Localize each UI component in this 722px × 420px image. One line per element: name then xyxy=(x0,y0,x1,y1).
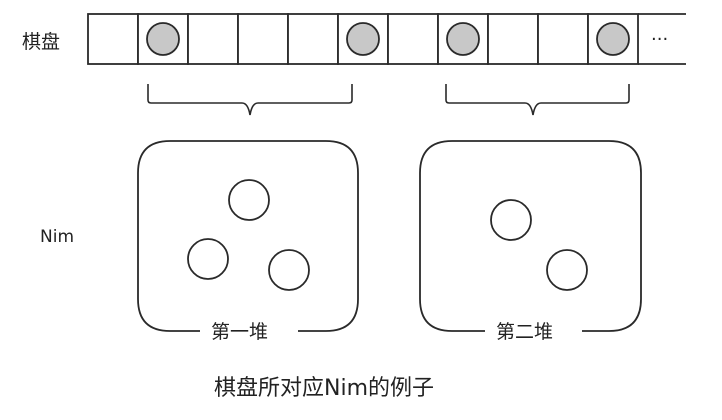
pile-1-stone xyxy=(268,249,310,291)
board-ellipsis: ··· xyxy=(651,29,668,50)
pile-2-stone xyxy=(490,199,532,241)
pile-1-outline xyxy=(137,140,359,332)
board-strip xyxy=(87,13,686,65)
board-stone xyxy=(596,22,630,56)
board-label: 棋盘 xyxy=(22,31,61,53)
diagram-canvas: ··· xyxy=(87,13,686,332)
board-stone xyxy=(346,22,380,56)
board-stone xyxy=(146,22,180,56)
board-cell xyxy=(537,13,589,65)
board-cell xyxy=(187,13,239,65)
pile-1-label: 第一堆 xyxy=(205,317,275,344)
brace-left xyxy=(147,84,353,116)
board-cell xyxy=(87,13,139,65)
figure-caption: 棋盘所对应Nim的例子 xyxy=(214,376,435,401)
board-cell xyxy=(487,13,539,65)
board-ellipsis-text: ··· xyxy=(651,29,668,50)
board-cell xyxy=(387,13,439,65)
pile-2-box xyxy=(419,140,642,332)
pile-1-box xyxy=(137,140,359,332)
braces xyxy=(147,84,630,116)
pile-2-outline xyxy=(419,140,642,332)
pile-2-label: 第二堆 xyxy=(490,317,560,344)
brace-right xyxy=(445,84,630,116)
nim-label: Nim xyxy=(40,227,74,247)
board-cell xyxy=(287,13,339,65)
board-cell xyxy=(237,13,289,65)
pile-1-stone xyxy=(187,238,229,280)
pile-1-stone xyxy=(228,179,270,221)
board-stone xyxy=(446,22,480,56)
pile-2-stone xyxy=(546,249,588,291)
